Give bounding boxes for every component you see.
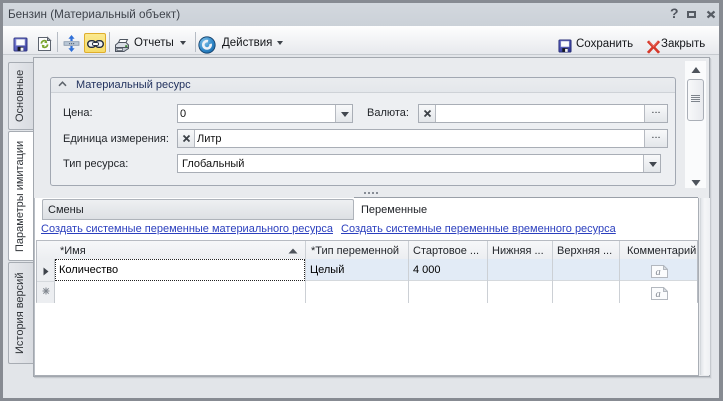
svg-text:a: a <box>656 289 661 300</box>
svg-text:a: a <box>656 267 661 278</box>
